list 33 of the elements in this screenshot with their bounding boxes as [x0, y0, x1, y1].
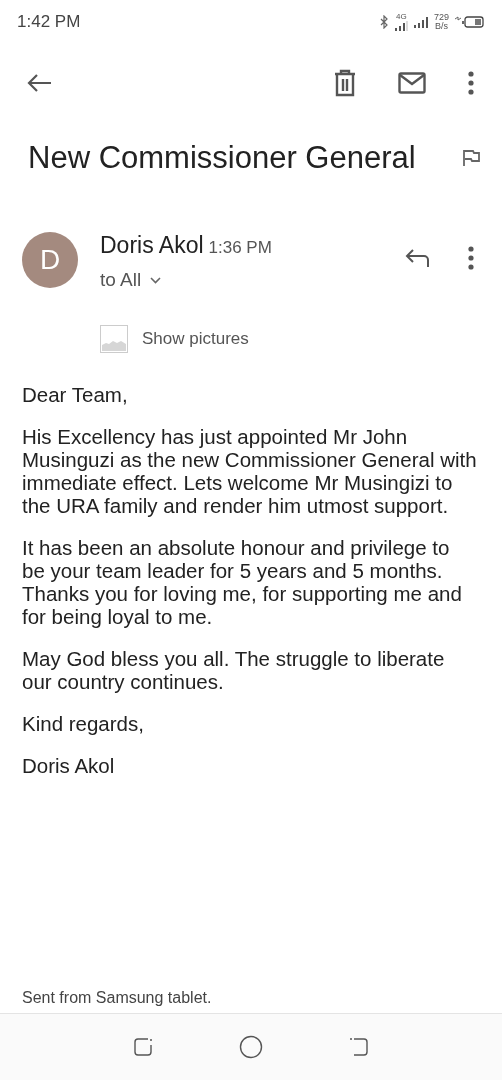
- sender-avatar: D: [22, 232, 78, 288]
- recipients-toggle[interactable]: to All: [100, 269, 162, 291]
- bluetooth-icon: [378, 15, 389, 29]
- body-paragraph: Doris Akol: [22, 754, 116, 777]
- body-paragraph: May God bless you all. The struggle to liberate our country continues.: [22, 647, 446, 693]
- image-placeholder-icon: [100, 325, 128, 353]
- chevron-down-icon: [150, 276, 162, 284]
- sender-name: Doris Akol: [100, 232, 204, 259]
- signal-icon: [393, 21, 408, 31]
- body-paragraph: His Excellency has just appointed Mr John Musinguzi as the new Commissioner General with immediate effect. Lets welcome Mr Musingizi to the URA family and render him utmost support.: [22, 425, 477, 517]
- envelope-icon[interactable]: [398, 72, 426, 94]
- signal-icon: [412, 16, 429, 28]
- home-icon[interactable]: [239, 1035, 263, 1059]
- email-subject: New Commissioner General: [28, 140, 416, 176]
- show-pictures-link[interactable]: Show pictures: [100, 325, 502, 353]
- back-icon[interactable]: [347, 1036, 370, 1058]
- message-time: 1:36 PM: [208, 238, 272, 258]
- body-paragraph: Dear Team,: [22, 383, 129, 406]
- body-paragraph: Kind regards,: [22, 712, 145, 735]
- trash-icon[interactable]: [334, 69, 356, 97]
- network-type-label: 4G: [395, 13, 407, 21]
- signature-text: Sent from Samsung tablet.: [21, 989, 213, 1008]
- recent-apps-icon[interactable]: [132, 1036, 155, 1058]
- more-options-icon[interactable]: [468, 71, 474, 95]
- more-options-icon[interactable]: [468, 246, 474, 270]
- body-paragraph: It has been an absolute honour and privilege to be your team leader for 5 years and 5 months. Thanks you for loving me, for supporting me and for being loyal to me.: [22, 536, 463, 628]
- status-time: 1:42 PM: [17, 12, 81, 32]
- reply-icon[interactable]: [404, 248, 430, 268]
- battery-icon: [454, 16, 484, 28]
- flag-icon[interactable]: [462, 149, 480, 167]
- back-arrow-icon[interactable]: [26, 73, 52, 93]
- network-speed-unit: B/s: [434, 22, 448, 31]
- network-speed-value: 729: [433, 13, 449, 22]
